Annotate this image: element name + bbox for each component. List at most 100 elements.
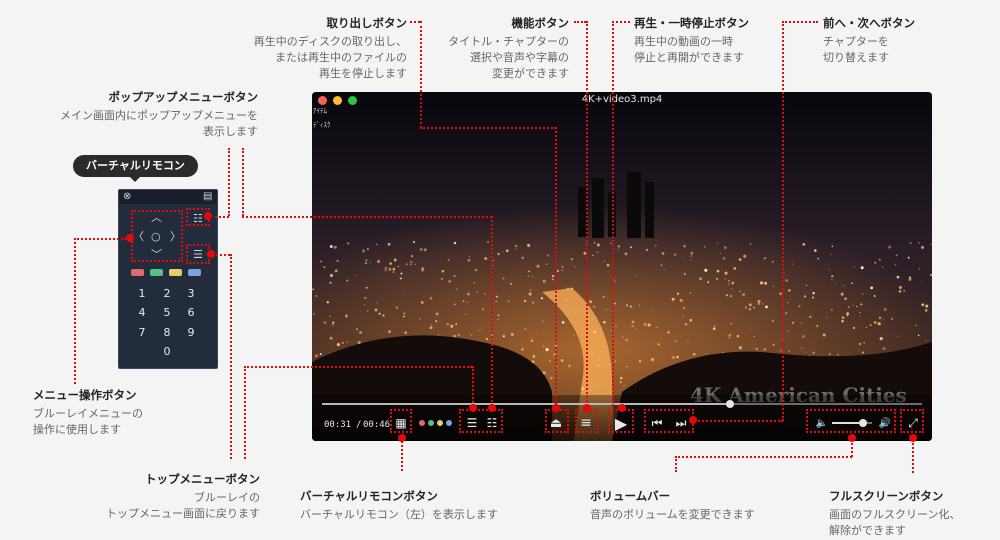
city-light [762, 302, 764, 305]
city-light [811, 296, 815, 299]
city-light [883, 319, 885, 321]
city-light [716, 269, 720, 273]
city-light [920, 245, 925, 249]
color-key-green[interactable] [150, 269, 163, 276]
city-light [879, 337, 883, 341]
key-9[interactable]: 9 [181, 326, 201, 339]
city-light [515, 248, 517, 250]
city-light [382, 314, 385, 317]
city-light [830, 253, 832, 255]
connector-top-menu [230, 254, 232, 459]
city-light [667, 330, 671, 334]
city-light [909, 242, 912, 245]
connector-popup [242, 148, 244, 216]
city-light [389, 262, 392, 265]
city-light [788, 350, 790, 353]
close-icon[interactable]: ⊗ [123, 191, 131, 203]
city-light [631, 325, 634, 328]
city-light [626, 304, 629, 307]
city-light [785, 312, 788, 315]
city-light [605, 309, 607, 311]
city-light [545, 263, 548, 266]
duration-time: 00:46 [363, 420, 391, 430]
city-light [387, 242, 391, 246]
city-light [530, 289, 532, 291]
city-light [898, 290, 902, 293]
connector-play [612, 21, 630, 23]
city-light [801, 347, 803, 349]
city-light [484, 256, 488, 261]
annotation-desc: 画面のフルスクリーン化、 解除ができます [829, 508, 961, 537]
city-light [846, 312, 850, 316]
city-light [689, 318, 693, 322]
connector-prevnext [782, 21, 818, 23]
connector-eject [420, 127, 556, 129]
annotation-eject: 取り出しボタン 再生中のディスクの取り出し、 または再生中のファイルの 再生を停… [254, 15, 407, 82]
color-dot-red [418, 420, 425, 426]
city-light [365, 286, 368, 289]
city-light [592, 254, 594, 257]
city-light [384, 266, 388, 270]
city-light [903, 289, 906, 292]
city-light [346, 241, 350, 245]
city-light [531, 301, 535, 304]
city-light [485, 337, 489, 341]
city-light [603, 260, 605, 262]
city-light [635, 328, 637, 330]
city-light [536, 333, 538, 335]
city-light [405, 263, 408, 266]
city-light [369, 261, 371, 263]
key-0[interactable]: 0 [157, 345, 177, 358]
city-light [376, 301, 378, 304]
color-key-yellow[interactable] [169, 269, 182, 276]
key-3[interactable]: 3 [181, 287, 201, 300]
key-5[interactable]: 5 [157, 306, 177, 319]
city-light [771, 320, 774, 323]
city-light [676, 355, 679, 359]
city-light [899, 286, 902, 289]
connector-fullscreen [912, 438, 914, 473]
color-key-blue[interactable] [188, 269, 201, 276]
key-4[interactable]: 4 [132, 306, 152, 319]
city-light [419, 247, 423, 252]
city-light [749, 303, 752, 307]
annotation-desc: チャプターを 切り替えます [823, 35, 889, 64]
city-light [859, 315, 861, 318]
annotation-title: バーチャルリモコンボタン [300, 489, 438, 503]
key-2[interactable]: 2 [157, 287, 177, 300]
city-light [466, 301, 469, 304]
city-light [359, 331, 363, 334]
remote-badge-tip [129, 176, 141, 182]
city-light [487, 241, 489, 243]
city-light [802, 335, 805, 338]
highlight-dpad [131, 210, 183, 262]
city-light [326, 301, 329, 304]
key-6[interactable]: 6 [181, 306, 201, 319]
city-light [474, 268, 478, 272]
player-corner-label2: ﾃﾞｨｽｸ [313, 121, 331, 129]
city-light [497, 252, 500, 256]
key-8[interactable]: 8 [157, 326, 177, 339]
city-light [638, 359, 642, 363]
city-light [731, 281, 735, 285]
seek-handle[interactable] [726, 400, 734, 408]
city-light [631, 320, 635, 324]
city-light [429, 296, 433, 300]
key-7[interactable]: 7 [132, 326, 152, 339]
city-light [410, 263, 412, 266]
city-light [397, 265, 400, 268]
highlight-prevnext [644, 409, 694, 433]
city-light [384, 269, 387, 272]
menu-icon[interactable]: ▤ [203, 191, 212, 203]
city-light [419, 317, 421, 320]
color-key-red[interactable] [131, 269, 144, 276]
city-light [836, 353, 840, 356]
city-light [502, 335, 505, 338]
city-light [412, 240, 416, 244]
city-light [495, 295, 498, 298]
city-light [435, 312, 439, 316]
city-light [596, 251, 599, 254]
city-light [550, 376, 553, 380]
key-1[interactable]: 1 [132, 287, 152, 300]
city-light [852, 326, 856, 330]
